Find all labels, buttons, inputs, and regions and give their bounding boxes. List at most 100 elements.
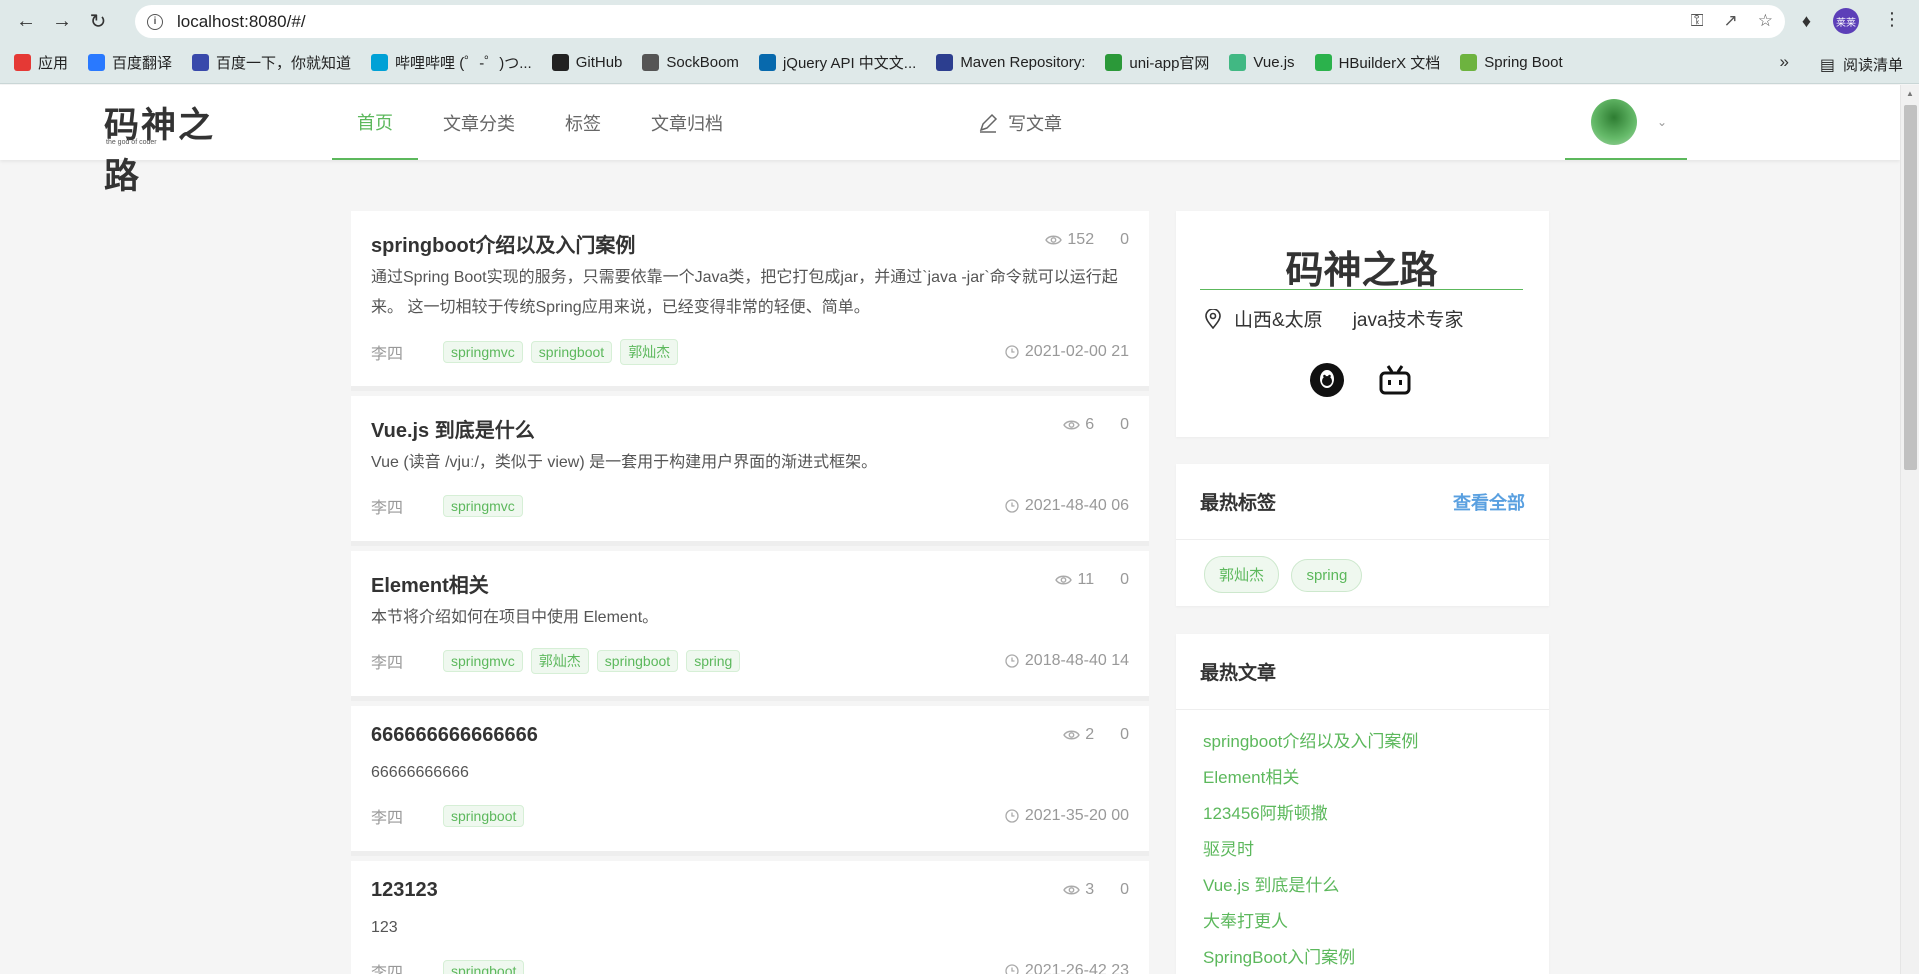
hot-article-link[interactable]: 驱灵时	[1203, 832, 1418, 868]
hot-article-link[interactable]: Element相关	[1203, 760, 1418, 796]
bookmark-favicon-icon	[642, 54, 660, 71]
article-date: 2018-48-40 14	[1005, 652, 1129, 670]
site-info-icon[interactable]: i	[147, 13, 163, 30]
url-text[interactable]: localhost:8080/#/	[177, 12, 306, 32]
article-tag[interactable]: springmvc	[443, 495, 523, 517]
hot-tag-pill[interactable]: spring	[1291, 559, 1363, 592]
scroll-thumb[interactable]	[1904, 105, 1917, 470]
menu-item-category[interactable]: 文章分类	[418, 85, 540, 160]
article-date: 2021-26-42 23	[1005, 962, 1129, 974]
hot-tag-pill[interactable]: 郭灿杰	[1204, 556, 1280, 593]
bookmark-item[interactable]: uni-app官网	[1105, 52, 1209, 73]
bookmark-item[interactable]: 百度翻译	[88, 52, 172, 73]
share-icon[interactable]: ↗	[1724, 11, 1738, 31]
menu-item-tags[interactable]: 标签	[540, 85, 626, 160]
profile-title: java技术专家	[1352, 310, 1464, 331]
scroll-up-icon[interactable]: ▲	[1906, 89, 1914, 98]
extensions-icon[interactable]: ♦	[1802, 11, 1811, 32]
bookmark-favicon-icon	[1314, 54, 1332, 71]
bookmark-favicon-icon	[14, 54, 31, 71]
bookmark-item[interactable]: Spring Boot	[1460, 54, 1563, 71]
reload-icon[interactable]: ↻	[80, 3, 116, 39]
bilibili-icon[interactable]	[1378, 363, 1412, 397]
bookmark-label: 哔哩哔哩 (゜-゜)つ...	[395, 55, 532, 72]
hot-tags-card: 最热标签 查看全部 郭灿杰 spring	[1176, 464, 1549, 606]
article-tag[interactable]: springboot	[596, 650, 679, 672]
qq-icon[interactable]	[1310, 363, 1344, 397]
bookmark-star-icon[interactable]: ☆	[1758, 11, 1773, 31]
article-card[interactable]: springboot介绍以及入门案例 152 0 通过Spring Boot实现的服务…	[351, 211, 1149, 391]
article-tag[interactable]: springmvc	[443, 341, 523, 363]
article-author: 李四	[371, 810, 404, 827]
menu-item-archive[interactable]: 文章归档	[626, 85, 748, 160]
view-count-value: 3	[1085, 881, 1095, 898]
key-icon[interactable]: ⚿	[1691, 11, 1704, 31]
view-all-tags-link[interactable]: 查看全部	[1453, 489, 1525, 515]
article-tag[interactable]: springboot	[443, 960, 525, 974]
chevron-down-icon[interactable]: ⌄	[1657, 115, 1667, 129]
eye-icon	[1063, 420, 1081, 430]
bookmark-label: Vue.js	[1253, 54, 1295, 71]
site-logo[interactable]: 码神之路 the god of coder	[104, 97, 244, 197]
article-footer: 李四 springmvc 郭灿杰 springboot spring 2018-48-40…	[371, 648, 1129, 674]
back-icon[interactable]: ←	[8, 3, 44, 39]
article-card[interactable]: 666666666666666 2 0 66666666666 李四 springboot…	[351, 706, 1149, 856]
hot-article-link[interactable]: SpringBoot入门案例	[1203, 940, 1418, 974]
logo-subtitle: the god of coder	[106, 139, 157, 146]
article-title[interactable]: 666666666666666	[371, 724, 538, 747]
hot-article-link[interactable]: Vue.js 到底是什么	[1203, 868, 1418, 904]
article-title[interactable]: Element相关	[371, 569, 489, 598]
article-tag[interactable]: springboot	[443, 805, 525, 827]
hot-article-link[interactable]: 大奉打更人	[1203, 904, 1418, 940]
view-count: 2	[1063, 726, 1094, 744]
menu-item-home[interactable]: 首页	[332, 85, 418, 160]
reading-list-label: 阅读清单	[1842, 57, 1903, 74]
article-date-value: 2021-35-20 00	[1024, 807, 1129, 824]
bookmark-item[interactable]: GitHub	[551, 54, 623, 71]
bookmark-item[interactable]: jQuery API 中文文...	[758, 52, 916, 73]
article-tag[interactable]: springmvc	[443, 650, 523, 672]
hot-tags-header: 最热标签 查看全部	[1176, 464, 1549, 540]
bookmark-item[interactable]: SockBoom	[642, 54, 739, 71]
user-avatar[interactable]	[1591, 98, 1637, 145]
write-article-button[interactable]: 写文章	[978, 110, 1062, 136]
bookmark-label: uni-app官网	[1129, 55, 1210, 72]
article-card[interactable]: Element相关 11 0 本节将介绍如何在项目中使用 Element。 李四 spri…	[351, 551, 1149, 701]
article-card[interactable]: Vue.js 到底是什么 6 0 Vue (读音 /vjuː/，类似于 view) 是…	[351, 396, 1149, 546]
browser-menu-icon[interactable]: ⋮	[1883, 9, 1901, 30]
hot-article-link[interactable]: springboot介绍以及入门案例	[1203, 724, 1418, 760]
bookmark-label: GitHub	[575, 54, 623, 71]
article-title[interactable]: Vue.js 到底是什么	[371, 414, 535, 443]
bookmark-item[interactable]: 哔哩哔哩 (゜-゜)つ...	[371, 52, 532, 73]
bookmark-item[interactable]: HBuilderX 文档	[1314, 52, 1440, 73]
forward-icon[interactable]: →	[44, 3, 80, 39]
bookmark-item[interactable]: Maven Repository:	[936, 54, 1085, 71]
article-tag[interactable]: 郭灿杰	[620, 339, 679, 365]
article-tag[interactable]: 郭灿杰	[530, 648, 589, 674]
bookmark-label: SockBoom	[666, 54, 739, 71]
article-date: 2021-35-20 00	[1005, 807, 1129, 825]
article-date-value: 2021-48-40 06	[1024, 497, 1129, 514]
article-card[interactable]: 123123 3 0 123 李四 springboot 2021-26-42 23	[351, 861, 1149, 974]
article-tag[interactable]: springboot	[530, 341, 613, 363]
profile-name: 码神之路	[1200, 239, 1523, 292]
hot-articles-card: 最热文章 springboot介绍以及入门案例 Element相关 123456阿斯…	[1176, 634, 1549, 974]
user-menu[interactable]: ⌄	[1565, 85, 1687, 160]
article-date: 2021-02-00 21	[1005, 343, 1129, 361]
bookmark-favicon-icon	[758, 54, 776, 71]
reading-list-button[interactable]: ▤ 阅读清单	[1820, 54, 1903, 75]
bookmarks-overflow-icon[interactable]: »	[1780, 52, 1789, 72]
hot-article-link[interactable]: 123456阿斯顿撒	[1203, 796, 1418, 832]
article-title[interactable]: springboot介绍以及入门案例	[371, 229, 635, 258]
bookmark-item[interactable]: Vue.js	[1229, 54, 1295, 71]
page-scrollbar[interactable]: ▲	[1900, 85, 1919, 974]
article-summary: Vue (读音 /vjuː/，类似于 view) 是一套用于构建用户界面的渐进式…	[371, 454, 878, 471]
browser-profile-avatar[interactable]: 莱莱	[1833, 8, 1859, 34]
article-title[interactable]: 123123	[371, 879, 438, 902]
bookmark-item[interactable]: 百度一下，你就知道	[192, 52, 351, 73]
article-tag[interactable]: spring	[686, 650, 741, 672]
address-bar[interactable]: i localhost:8080/#/ ⚿ ↗ ☆	[135, 5, 1785, 38]
profile-info: 山西&太原 java技术专家	[1204, 305, 1464, 332]
pen-icon	[979, 113, 998, 133]
bookmark-item[interactable]: 应用	[14, 52, 68, 73]
